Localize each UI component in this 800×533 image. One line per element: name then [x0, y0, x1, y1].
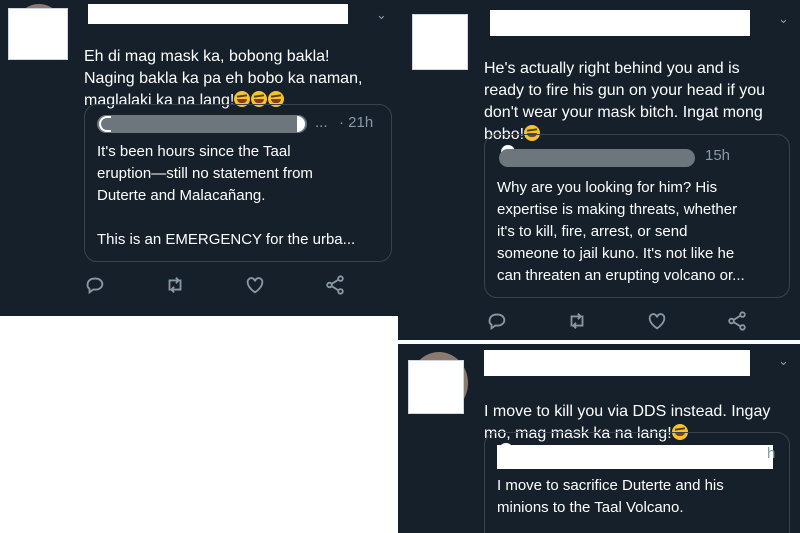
quoted-timestamp[interactable]: · 21h [339, 114, 373, 132]
heart-icon[interactable] [244, 274, 266, 296]
tweet-text: Eh di mag mask ka, bobong bakla! Naging … [84, 24, 394, 112]
tweet-text-content: Eh di mag mask ka, bobong bakla! Naging … [84, 48, 363, 109]
quoted-tweet[interactable]: 15h Why are you looking for him? His exp… [484, 134, 790, 298]
tweet-text: He's actually right behind you and is re… [484, 36, 796, 146]
chevron-down-icon[interactable]: ⌄ [778, 12, 789, 25]
quoted-text: It's been hours since the Taal eruption—… [97, 143, 356, 248]
tweet-actions [486, 310, 786, 332]
quoted-text: Why are you looking for him? His experti… [497, 179, 745, 284]
reply-icon[interactable] [486, 310, 508, 332]
username-redaction [484, 350, 750, 376]
username-redaction [490, 10, 750, 36]
tweet-actions [84, 274, 384, 296]
username-redaction [88, 4, 348, 24]
quoted-author-redaction [497, 445, 773, 469]
retweet-icon[interactable] [566, 310, 588, 332]
quoted-tweet[interactable]: h I move to sacrifice Duterte and his mi… [484, 432, 790, 533]
tweet-card-1[interactable]: ⌄ Eh di mag mask ka, bobong bakla! Nagin… [0, 0, 398, 316]
share-icon[interactable] [324, 274, 346, 296]
quoted-ellipsis: ... [315, 114, 328, 131]
quoted-tweet[interactable]: ... · 21h It's been hours since the Taal… [84, 104, 392, 262]
avatar[interactable] [412, 14, 468, 70]
chevron-down-icon[interactable]: ⌄ [376, 8, 387, 21]
quoted-author-redaction [97, 115, 307, 133]
chevron-down-icon[interactable]: ⌄ [778, 354, 789, 367]
retweet-icon[interactable] [164, 274, 186, 296]
quoted-author-redaction [499, 149, 695, 167]
reply-icon[interactable] [84, 274, 106, 296]
share-icon[interactable] [726, 310, 748, 332]
avatar[interactable] [408, 360, 464, 414]
avatar[interactable] [8, 8, 68, 60]
tweet-card-2[interactable]: ⌄ He's actually right behind you and is … [398, 0, 800, 340]
quoted-text: I move to sacrifice Duterte and his mini… [497, 477, 724, 516]
tweet-card-3[interactable]: ⌄ I move to kill you via DDS instead. In… [398, 344, 800, 533]
quoted-timestamp[interactable]: 15h [705, 147, 730, 165]
quoted-avatar-left [99, 116, 111, 132]
heart-icon[interactable] [646, 310, 668, 332]
quoted-timestamp[interactable]: h [767, 445, 775, 463]
